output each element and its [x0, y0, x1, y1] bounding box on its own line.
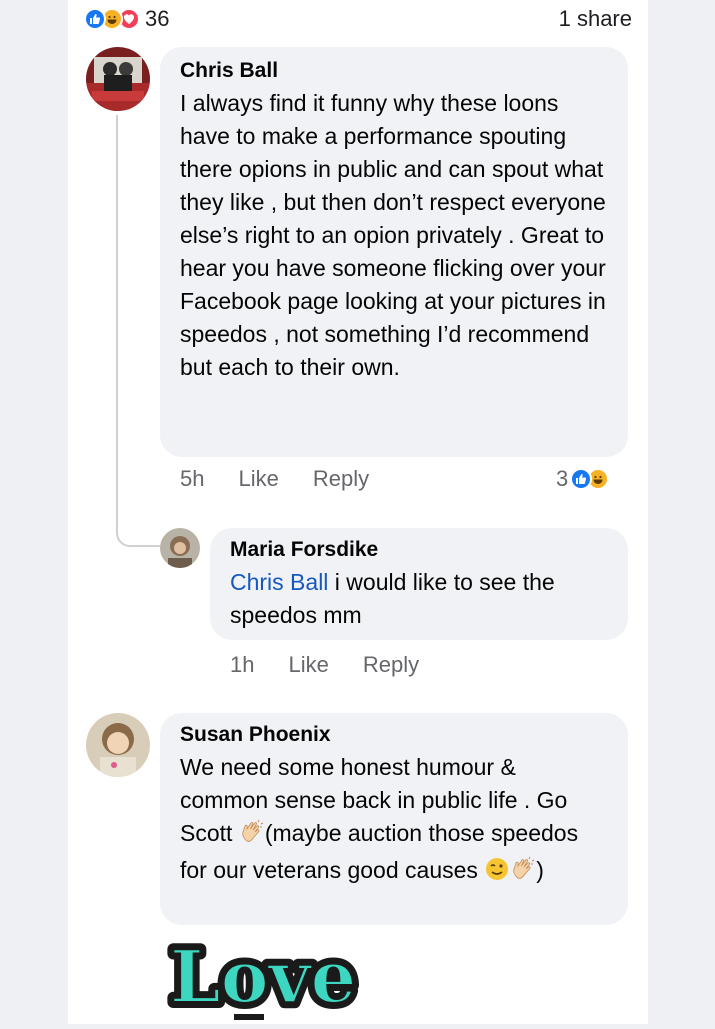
- avatar[interactable]: [160, 528, 200, 568]
- reply-button[interactable]: Reply: [363, 652, 419, 678]
- reply-button[interactable]: Reply: [313, 466, 369, 492]
- reaction-count: 36: [145, 6, 170, 31]
- like-icon: [570, 468, 593, 490]
- clapping-hands-icon: [510, 856, 536, 891]
- comment-timestamp[interactable]: 1h: [230, 652, 254, 678]
- mention-link[interactable]: Chris Ball: [230, 569, 328, 595]
- avatar[interactable]: [86, 47, 150, 111]
- love-sticker: Love Love: [164, 928, 364, 1025]
- comment-timestamp[interactable]: 5h: [180, 466, 204, 492]
- like-icon: [84, 8, 106, 30]
- like-button[interactable]: Like: [238, 466, 278, 492]
- comment-actions: 1h Like Reply: [230, 652, 453, 678]
- sticker-text: Love: [170, 934, 356, 1019]
- reply-bubble: Maria Forsdike Chris Ball i would like t…: [210, 528, 628, 640]
- comment-bubble: Chris Ball I always find it funny why th…: [160, 47, 628, 457]
- comment-author[interactable]: Susan Phoenix: [180, 723, 608, 747]
- post-comments-panel: 36 1 share Chris Ball I always find it f…: [68, 0, 648, 1025]
- comment-reaction-count: 3: [556, 466, 569, 491]
- like-button[interactable]: Like: [288, 652, 328, 678]
- comment-reactions[interactable]: 3: [556, 466, 610, 492]
- winking-face-icon: [484, 856, 510, 891]
- reaction-summary[interactable]: 36: [84, 6, 169, 32]
- clapping-hands-icon: [239, 819, 265, 854]
- comment-bubble: Susan Phoenix We need some honest humour…: [160, 713, 628, 925]
- sticker-underline: [234, 1014, 264, 1020]
- comment-actions: 5h Like Reply: [180, 466, 403, 492]
- avatar[interactable]: [86, 713, 150, 777]
- comment-text: We need some honest humour & common sens…: [180, 751, 608, 891]
- thread-connector-line: [116, 115, 160, 547]
- comment-text: I always find it funny why these loons h…: [180, 90, 606, 380]
- comment-author[interactable]: Maria Forsdike: [230, 538, 608, 562]
- comment-text-part: ): [536, 857, 544, 883]
- post-stats-bar: 36 1 share: [84, 4, 632, 34]
- share-count[interactable]: 1 share: [559, 6, 632, 32]
- comment-author[interactable]: Chris Ball: [180, 59, 608, 83]
- comment-text: Chris Ball i would like to see the speed…: [230, 566, 608, 632]
